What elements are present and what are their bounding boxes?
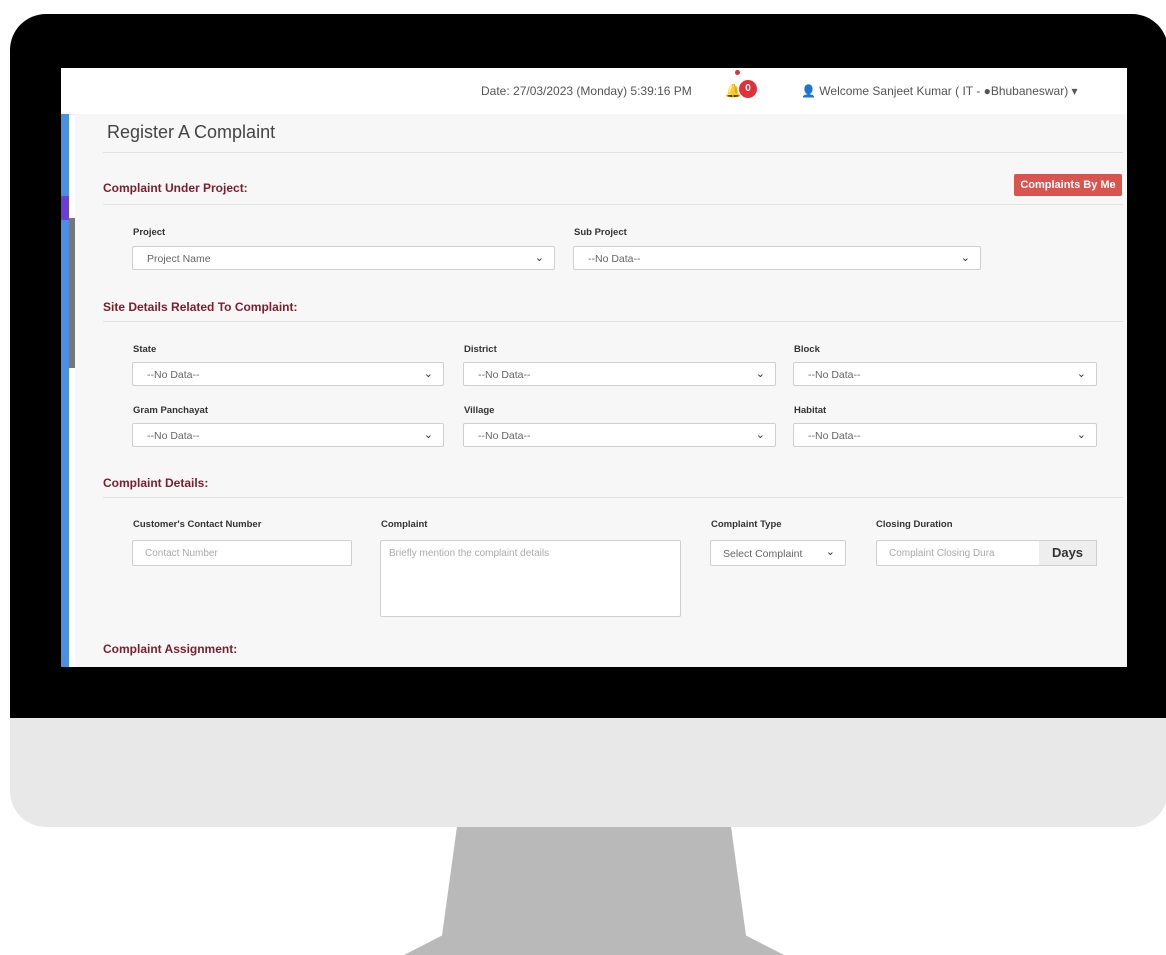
project-select[interactable]: Project Name ⌄ <box>132 246 555 270</box>
contact-number-input[interactable]: Contact Number <box>132 540 352 566</box>
chevron-down-icon: ⌄ <box>755 429 765 441</box>
closing-duration-input[interactable]: Complaint Closing Dura <box>876 540 1040 566</box>
contact-number-placeholder: Contact Number <box>145 548 218 559</box>
screen: Date: 27/03/2023 (Monday) 5:39:16 PM 🔔 0… <box>61 68 1127 667</box>
location-pin-icon: ● <box>983 84 991 98</box>
chevron-down-icon: ⌄ <box>825 546 835 558</box>
chevron-down-icon: ⌄ <box>1076 429 1086 441</box>
divider <box>103 497 1123 498</box>
location-text: Bhubaneswar) ▾ <box>990 84 1078 98</box>
gram-panchayat-label: Gram Panchayat <box>133 405 208 416</box>
village-value: --No Data-- <box>478 430 531 442</box>
date-time: Date: 27/03/2023 (Monday) 5:39:16 PM <box>481 84 692 98</box>
divider <box>103 321 1123 322</box>
chevron-down-icon: ⌄ <box>423 368 433 380</box>
project-value: Project Name <box>147 253 211 265</box>
notification-indicator <box>735 70 740 75</box>
gram-panchayat-value: --No Data-- <box>147 430 200 442</box>
section-complaint-under-project: Complaint Under Project: <box>103 181 248 195</box>
village-label: Village <box>464 405 495 416</box>
sub-project-value: --No Data-- <box>588 253 641 265</box>
habitat-select[interactable]: --No Data-- ⌄ <box>793 423 1097 447</box>
contact-number-label: Customer's Contact Number <box>133 519 262 530</box>
district-label: District <box>464 344 497 355</box>
monitor-stand <box>404 825 784 955</box>
complaint-type-select[interactable]: Select Complaint ⌄ <box>710 540 846 566</box>
block-label: Block <box>794 344 820 355</box>
sub-project-select[interactable]: --No Data-- ⌄ <box>573 246 981 270</box>
block-select[interactable]: --No Data-- ⌄ <box>793 362 1097 386</box>
complaint-type-label: Complaint Type <box>711 519 782 530</box>
section-complaint-details: Complaint Details: <box>103 476 209 490</box>
block-value: --No Data-- <box>808 369 861 381</box>
gram-panchayat-select[interactable]: --No Data-- ⌄ <box>132 423 444 447</box>
closing-duration-label: Closing Duration <box>876 519 953 530</box>
divider <box>103 204 1123 205</box>
page-title: Register A Complaint <box>107 122 276 142</box>
user-menu[interactable]: 👤 Welcome Sanjeet Kumar ( IT - ●Bhubanes… <box>801 84 1078 98</box>
chevron-down-icon: ⌄ <box>755 368 765 380</box>
complaints-by-me-button[interactable]: Complaints By Me <box>1014 174 1122 196</box>
section-complaint-assignment: Complaint Assignment: <box>103 642 238 656</box>
complaint-placeholder: Briefly mention the complaint details <box>389 548 550 559</box>
user-icon: 👤 <box>801 84 816 98</box>
state-select[interactable]: --No Data-- ⌄ <box>132 362 444 386</box>
district-value: --No Data-- <box>478 369 531 381</box>
complaint-type-value: Select Complaint <box>723 548 803 560</box>
chevron-down-icon: ⌄ <box>1076 368 1086 380</box>
chevron-down-icon: ⌄ <box>423 429 433 441</box>
state-value: --No Data-- <box>147 369 200 381</box>
district-select[interactable]: --No Data-- ⌄ <box>463 362 776 386</box>
divider <box>103 152 1123 153</box>
habitat-value: --No Data-- <box>808 430 861 442</box>
monitor-chin <box>10 700 1166 827</box>
sub-project-label: Sub Project <box>574 227 627 238</box>
days-addon: Days <box>1039 540 1097 566</box>
state-label: State <box>133 344 157 355</box>
chevron-down-icon: ⌄ <box>960 252 970 264</box>
main-content: Register A Complaint Complaint Under Pro… <box>75 114 1127 667</box>
closing-duration-placeholder: Complaint Closing Dura <box>889 548 995 559</box>
notification-badge[interactable]: 0 <box>739 80 757 98</box>
village-select[interactable]: --No Data-- ⌄ <box>463 423 776 447</box>
sidebar-active-item[interactable] <box>61 196 69 220</box>
welcome-text: Welcome Sanjeet Kumar ( IT - <box>819 84 984 98</box>
complaint-textarea[interactable]: Briefly mention the complaint details <box>380 540 681 617</box>
project-label: Project <box>133 227 166 238</box>
habitat-label: Habitat <box>794 405 827 416</box>
complaint-label: Complaint <box>381 519 428 530</box>
section-site-details: Site Details Related To Complaint: <box>103 300 298 314</box>
chevron-down-icon: ⌄ <box>534 252 544 264</box>
top-navbar: Date: 27/03/2023 (Monday) 5:39:16 PM 🔔 0… <box>61 68 1127 115</box>
